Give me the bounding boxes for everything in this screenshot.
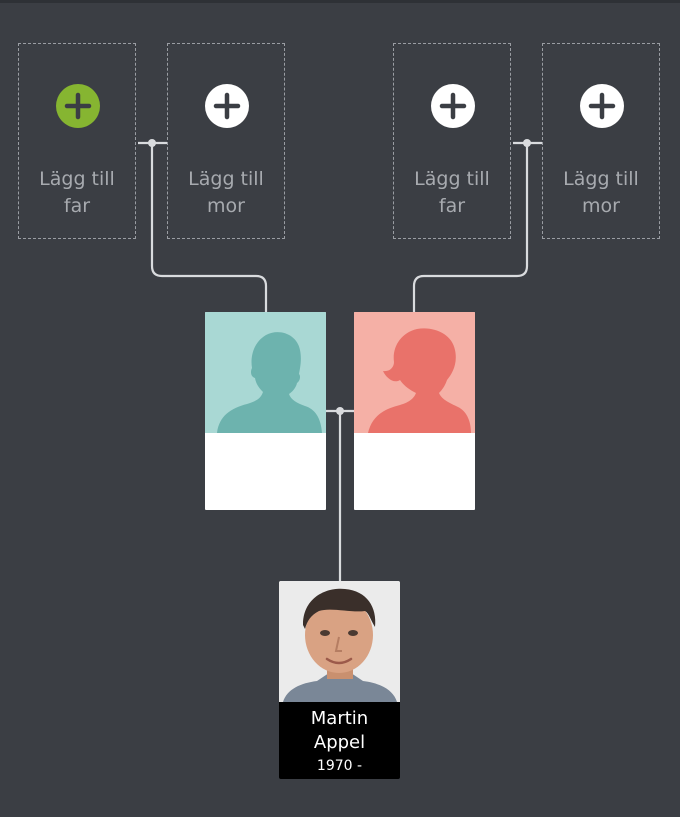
mother-card[interactable] (354, 312, 475, 510)
connector-dot (336, 407, 344, 415)
father-card[interactable] (205, 312, 326, 510)
add-label: Lägg till far (414, 168, 490, 217)
connector-dot (523, 139, 531, 147)
add-label: Lägg till mor (188, 168, 264, 217)
person-years: 1970 - (316, 758, 363, 774)
add-paternal-grandfather-card[interactable]: Lägg till far (18, 43, 136, 239)
plus-icon[interactable] (205, 84, 249, 128)
plus-icon[interactable] (431, 84, 475, 128)
add-maternal-grandmother-card[interactable]: Lägg till mor (542, 43, 660, 239)
person-card[interactable]: Martin Appel 1970 - (279, 581, 400, 779)
add-label: Lägg till far (39, 168, 115, 217)
female-silhouette-icon (354, 312, 475, 433)
add-paternal-grandmother-card[interactable]: Lägg till mor (167, 43, 285, 239)
connector-dot (148, 139, 156, 147)
person-photo (279, 581, 400, 702)
plus-icon[interactable] (56, 84, 100, 128)
person-last-name: Appel (313, 732, 366, 753)
person-name: Martin Appel (279, 707, 400, 755)
add-label: Lägg till mor (563, 168, 639, 217)
person-first-name: Martin (310, 708, 369, 729)
add-maternal-grandfather-card[interactable]: Lägg till far (393, 43, 511, 239)
male-silhouette-icon (205, 312, 326, 433)
plus-icon[interactable] (580, 84, 624, 128)
